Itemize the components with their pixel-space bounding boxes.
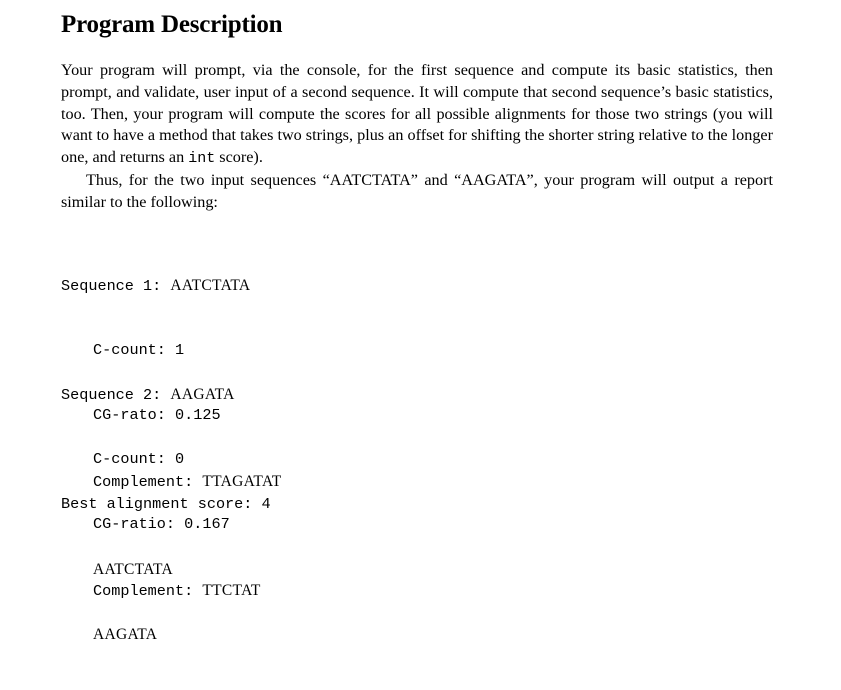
sequence-1-line: Sequence 1: AATCTATA xyxy=(61,275,282,297)
alignment-row-2: AAGATA xyxy=(61,624,271,646)
paragraph-2: Thus, for the two input sequences “AATCT… xyxy=(61,170,773,211)
alignment-row-1: AATCTATA xyxy=(61,559,271,581)
alignment-sequence-1: AATCTATA xyxy=(93,560,173,578)
sequence-2-label: Sequence 2: xyxy=(61,385,171,404)
paragraph-1-text: Your program will prompt, via the consol… xyxy=(61,61,773,167)
description-body: Your program will prompt, via the consol… xyxy=(61,60,773,214)
paragraph-1-end: score). xyxy=(215,148,263,167)
sequence-2-value: AAGATA xyxy=(170,385,235,403)
inline-code-int: int xyxy=(188,150,216,168)
sequence-2-line: Sequence 2: AAGATA xyxy=(61,384,261,406)
report-alignment: Best alignment score: 4 AATCTATA AAGATA xyxy=(61,450,271,690)
alignment-score-value: 4 xyxy=(261,494,271,513)
sequence-1-label: Sequence 1: xyxy=(61,276,171,295)
section-heading: Program Description xyxy=(61,11,283,38)
paragraph-1: Your program will prompt, via the consol… xyxy=(61,60,773,170)
alignment-score-line: Best alignment score: 4 xyxy=(61,494,271,516)
sequence-1-value: AATCTATA xyxy=(170,276,251,294)
alignment-sequence-2: AAGATA xyxy=(93,626,158,644)
alignment-score-label: Best alignment score: xyxy=(61,494,262,513)
